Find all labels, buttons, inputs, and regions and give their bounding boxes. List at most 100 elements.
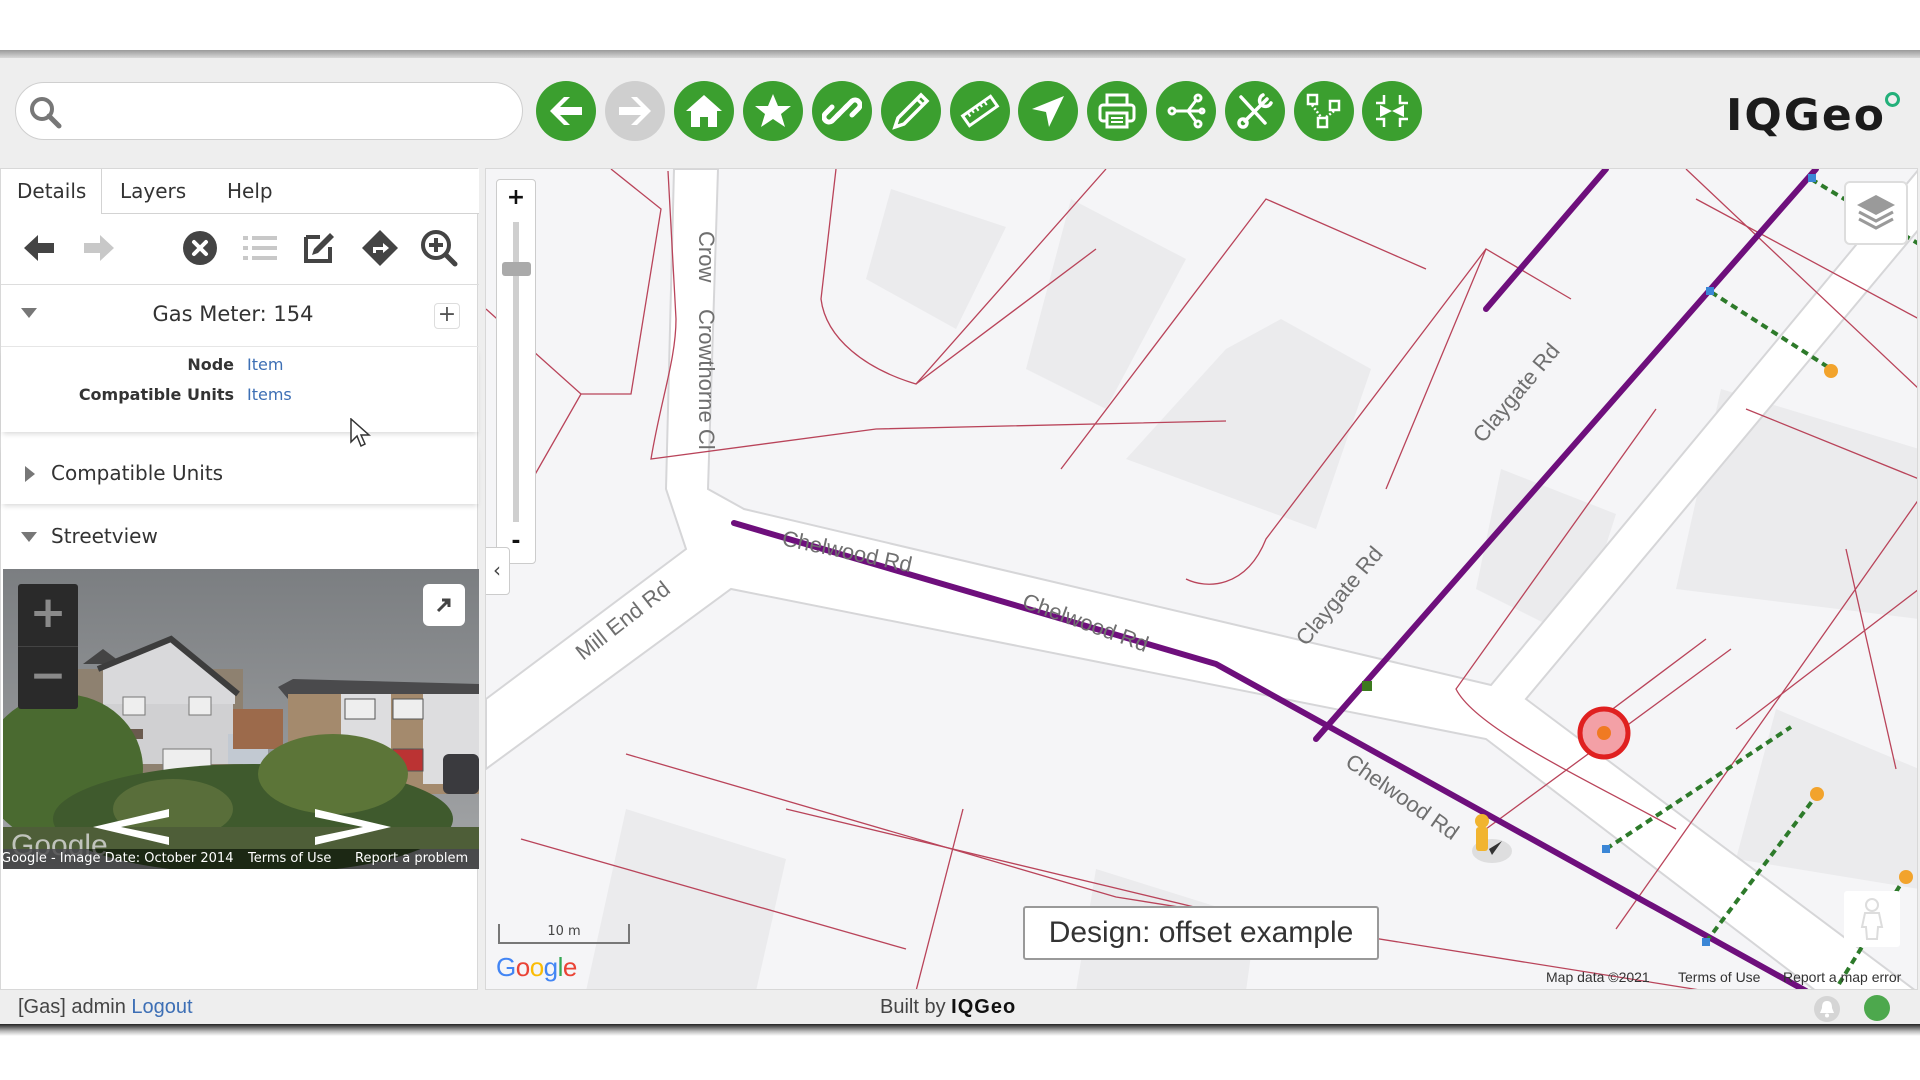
map-terms-link[interactable]: Terms of Use (1678, 969, 1760, 985)
edit-feature-button[interactable] (299, 228, 339, 268)
status-bar: [Gas] admin Logout Built by IQGeo (0, 990, 1920, 1026)
details-toolbar (1, 214, 479, 285)
edit-icon (302, 231, 336, 265)
details-panel: Details Layers Help (0, 168, 478, 990)
tee-marker[interactable] (1602, 845, 1610, 853)
fit-selection-icon (1372, 91, 1412, 131)
streetview-zoom-in-button[interactable]: + (18, 584, 78, 644)
map-zoom-slider-handle[interactable] (502, 262, 531, 276)
google-logo: Google (496, 952, 577, 983)
tee-marker[interactable] (1706, 287, 1714, 295)
connect-button[interactable] (1294, 81, 1354, 141)
search-box[interactable] (15, 82, 523, 140)
tab-layers[interactable]: Layers (104, 169, 202, 213)
collapse-panel-button[interactable]: ‹ (485, 547, 510, 595)
tools-icon (1235, 91, 1275, 131)
details-back-button[interactable] (19, 228, 59, 268)
property-link[interactable]: Items (247, 385, 292, 404)
map-data-attribution: Map data ©2021 (1546, 969, 1650, 985)
user-label: [Gas] admin (18, 996, 126, 1018)
app-window: IQGeo Details Layers Help (0, 58, 1920, 1026)
gas-meter-marker[interactable] (1899, 870, 1913, 884)
section-compatible-units[interactable]: Compatible Units (1, 444, 479, 504)
streetview-zoom-out-button[interactable]: − (18, 646, 78, 707)
search-input[interactable] (76, 93, 510, 131)
network-trace-button[interactable] (1156, 81, 1216, 141)
gas-meter-marker[interactable] (1824, 364, 1838, 378)
tools-button[interactable] (1225, 81, 1285, 141)
built-by-label: Built by (880, 996, 946, 1018)
directions-button[interactable] (1018, 81, 1078, 141)
selected-gas-meter-dot (1597, 726, 1611, 740)
feature-title: Gas Meter: 154 (1, 302, 465, 326)
user-info: [Gas] admin Logout (18, 996, 193, 1019)
property-link[interactable]: Item (247, 355, 283, 374)
streetview-viewer[interactable]: Google + − Google - Image Date: October … (3, 569, 479, 869)
streetview-pegman-button[interactable] (1844, 891, 1900, 947)
tab-details[interactable]: Details (1, 169, 102, 214)
bookmarks-button[interactable] (743, 81, 803, 141)
streetview-terms-link[interactable]: Terms of Use (248, 849, 331, 869)
bell-icon (1818, 1000, 1836, 1018)
notifications-button[interactable] (1814, 996, 1840, 1022)
street-label: Chelwood Rd (1341, 749, 1464, 845)
map-canvas[interactable]: Crow Crowthorne Cl Mill End Rd Chelwood … (486, 169, 1918, 990)
arrow-left-icon (546, 91, 586, 131)
streetview-next-arrow[interactable] (313, 807, 393, 847)
list-view-button[interactable] (240, 228, 280, 268)
gas-meter-marker[interactable] (1810, 787, 1824, 801)
iqgeo-logo: IQGeo (1726, 90, 1886, 141)
streetview-footer: Google - Image Date: October 2014 Terms … (3, 849, 479, 869)
expand-arrow-icon (434, 595, 454, 615)
measure-button[interactable] (950, 81, 1010, 141)
share-icon (1166, 91, 1206, 131)
fit-selection-button[interactable] (1362, 81, 1422, 141)
streetview-report-link[interactable]: Report a problem (355, 849, 468, 869)
pencil-icon (891, 91, 931, 131)
connect-nodes-icon (1304, 91, 1344, 131)
street-label: Claygate Rd (1291, 541, 1388, 650)
window-bottom-shadow (0, 1024, 1920, 1036)
built-by: Built by IQGeo (880, 996, 1016, 1019)
property-key: Node (187, 355, 234, 374)
home-icon (684, 91, 724, 131)
print-button[interactable] (1087, 81, 1147, 141)
back-button[interactable] (536, 81, 596, 141)
printer-icon (1097, 91, 1137, 131)
street-label: Crow (694, 231, 719, 282)
close-circle-icon (182, 230, 218, 266)
arrow-left-icon (22, 233, 56, 263)
logout-link[interactable]: Logout (131, 996, 192, 1018)
add-button[interactable]: + (434, 303, 460, 329)
pegman-icon (1857, 897, 1887, 941)
connection-status-indicator (1864, 995, 1890, 1021)
forward-button[interactable] (605, 81, 665, 141)
report-map-error-link[interactable]: Report a map error (1783, 969, 1901, 985)
valve-marker[interactable] (1362, 681, 1372, 691)
home-button[interactable] (674, 81, 734, 141)
design-label: Design: offset example (1023, 906, 1379, 960)
streetview-prev-arrow[interactable] (91, 807, 171, 847)
map-view[interactable]: Crow Crowthorne Cl Mill End Rd Chelwood … (485, 168, 1918, 990)
edit-button[interactable] (881, 81, 941, 141)
street-label: Crowthorne Cl (694, 309, 719, 450)
link-button[interactable] (812, 81, 872, 141)
streetview-expand-button[interactable] (423, 584, 465, 626)
details-forward-button[interactable] (79, 228, 119, 268)
ruler-icon (960, 91, 1000, 131)
tab-help[interactable]: Help (211, 169, 289, 213)
feature-properties: Node Item Compatible Units Items (1, 347, 479, 432)
property-row: Compatible Units Items (1, 385, 479, 413)
clear-selection-button[interactable] (180, 228, 220, 268)
map-zoom-in-button[interactable]: + (497, 180, 535, 218)
layers-button[interactable] (1844, 181, 1908, 245)
tee-marker[interactable] (1702, 938, 1710, 946)
section-streetview[interactable]: Streetview (1, 514, 479, 564)
tee-marker[interactable] (1808, 174, 1816, 182)
list-icon (243, 234, 277, 262)
caret-down-icon (21, 532, 37, 544)
map-scale-bar: 10 m (498, 924, 630, 944)
arrow-right-icon (615, 91, 655, 131)
directions-to-button[interactable] (360, 228, 400, 268)
zoom-to-button[interactable] (419, 228, 459, 268)
